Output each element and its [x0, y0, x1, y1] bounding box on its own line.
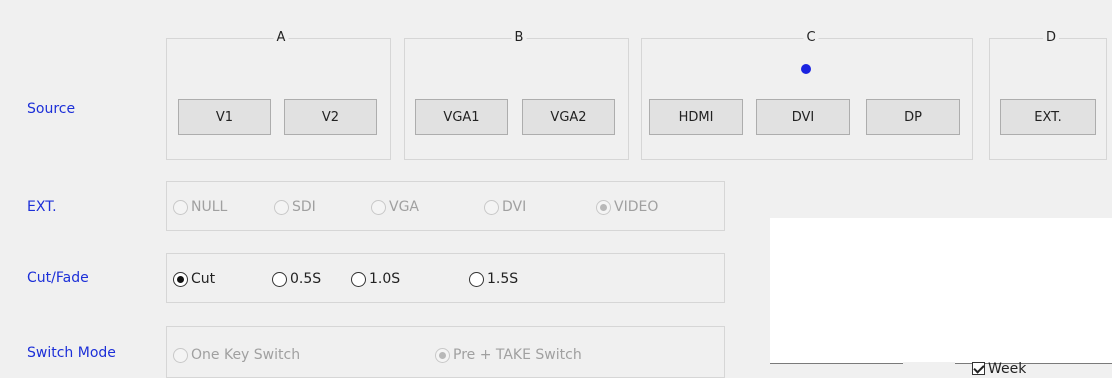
- week-checkbox[interactable]: Week: [972, 361, 1026, 376]
- checkbox-checked-icon: [972, 362, 985, 375]
- switch-mode-label: Switch Mode: [27, 345, 116, 361]
- ext-option-video-label: VIDEO: [614, 199, 659, 215]
- ext-option-null-label: NULL: [191, 199, 228, 215]
- group-title-d: D: [1042, 30, 1060, 45]
- cut-fade-option-0-5s[interactable]: 0.5S: [272, 269, 321, 289]
- ext-option-vga-label: VGA: [389, 199, 420, 215]
- radio-circle-icon: [469, 271, 484, 287]
- cut-fade-option-1-5s[interactable]: 1.5S: [469, 269, 518, 289]
- radio-circle-icon: [484, 199, 499, 215]
- cut-fade-options-group: Cut 0.5S 1.0S 1.5S: [166, 253, 725, 303]
- source-v1-button[interactable]: V1: [178, 99, 271, 135]
- cut-fade-option-cut[interactable]: Cut: [173, 269, 215, 289]
- radio-circle-icon: [272, 271, 287, 287]
- overlay-white-panel: [770, 218, 1112, 364]
- cut-fade-option-1-5s-label: 1.5S: [487, 271, 519, 287]
- source-dp-button[interactable]: DP: [866, 99, 960, 135]
- ext-option-sdi-label: SDI: [292, 199, 316, 215]
- radio-circle-icon: [371, 199, 386, 215]
- switch-mode-option-one-key[interactable]: One Key Switch: [173, 345, 300, 365]
- cut-fade-option-1-0s-label: 1.0S: [369, 271, 401, 287]
- source-group-d: D EXT.: [989, 30, 1107, 160]
- panel-gap: [903, 362, 955, 376]
- source-label: Source: [27, 101, 76, 117]
- source-hdmi-button[interactable]: HDMI: [649, 99, 743, 135]
- radio-circle-icon: [596, 199, 611, 215]
- radio-circle-icon: [173, 199, 188, 215]
- group-title-c: C: [803, 30, 819, 45]
- ext-option-dvi[interactable]: DVI: [484, 197, 526, 217]
- radio-circle-icon: [173, 347, 188, 363]
- ext-options-group: NULL SDI VGA DVI VIDEO: [166, 181, 725, 231]
- ext-option-vga[interactable]: VGA: [371, 197, 419, 217]
- ext-option-sdi[interactable]: SDI: [274, 197, 316, 217]
- ext-label: EXT.: [27, 199, 57, 215]
- radio-circle-icon: [435, 347, 450, 363]
- cut-fade-option-0-5s-label: 0.5S: [290, 271, 322, 287]
- switch-mode-option-pre-take-label: Pre + TAKE Switch: [453, 347, 582, 363]
- ext-option-dvi-label: DVI: [502, 199, 527, 215]
- week-checkbox-label: Week: [988, 361, 1027, 376]
- group-title-b: B: [511, 30, 527, 45]
- source-vga2-button[interactable]: VGA2: [522, 99, 615, 135]
- source-dvi-button[interactable]: DVI: [756, 99, 850, 135]
- radio-circle-icon: [351, 271, 366, 287]
- cut-fade-option-1-0s[interactable]: 1.0S: [351, 269, 400, 289]
- source-vga1-button[interactable]: VGA1: [415, 99, 508, 135]
- ext-option-video[interactable]: VIDEO: [596, 197, 658, 217]
- cut-fade-option-cut-label: Cut: [191, 271, 216, 287]
- active-source-indicator-icon: [801, 64, 811, 74]
- source-group-a: A V1 V2: [166, 30, 391, 160]
- source-ext-button[interactable]: EXT.: [1000, 99, 1096, 135]
- source-group-c: C HDMI DVI DP: [641, 30, 973, 160]
- switch-mode-option-one-key-label: One Key Switch: [191, 347, 301, 363]
- group-title-a: A: [273, 30, 289, 45]
- source-group-b: B VGA1 VGA2: [404, 30, 629, 160]
- switch-mode-options-group: One Key Switch Pre + TAKE Switch: [166, 326, 725, 378]
- switch-mode-option-pre-take[interactable]: Pre + TAKE Switch: [435, 345, 582, 365]
- cut-fade-label: Cut/Fade: [27, 270, 89, 286]
- radio-circle-icon: [173, 271, 188, 287]
- source-v2-button[interactable]: V2: [284, 99, 377, 135]
- radio-circle-icon: [274, 199, 289, 215]
- ext-option-null[interactable]: NULL: [173, 197, 227, 217]
